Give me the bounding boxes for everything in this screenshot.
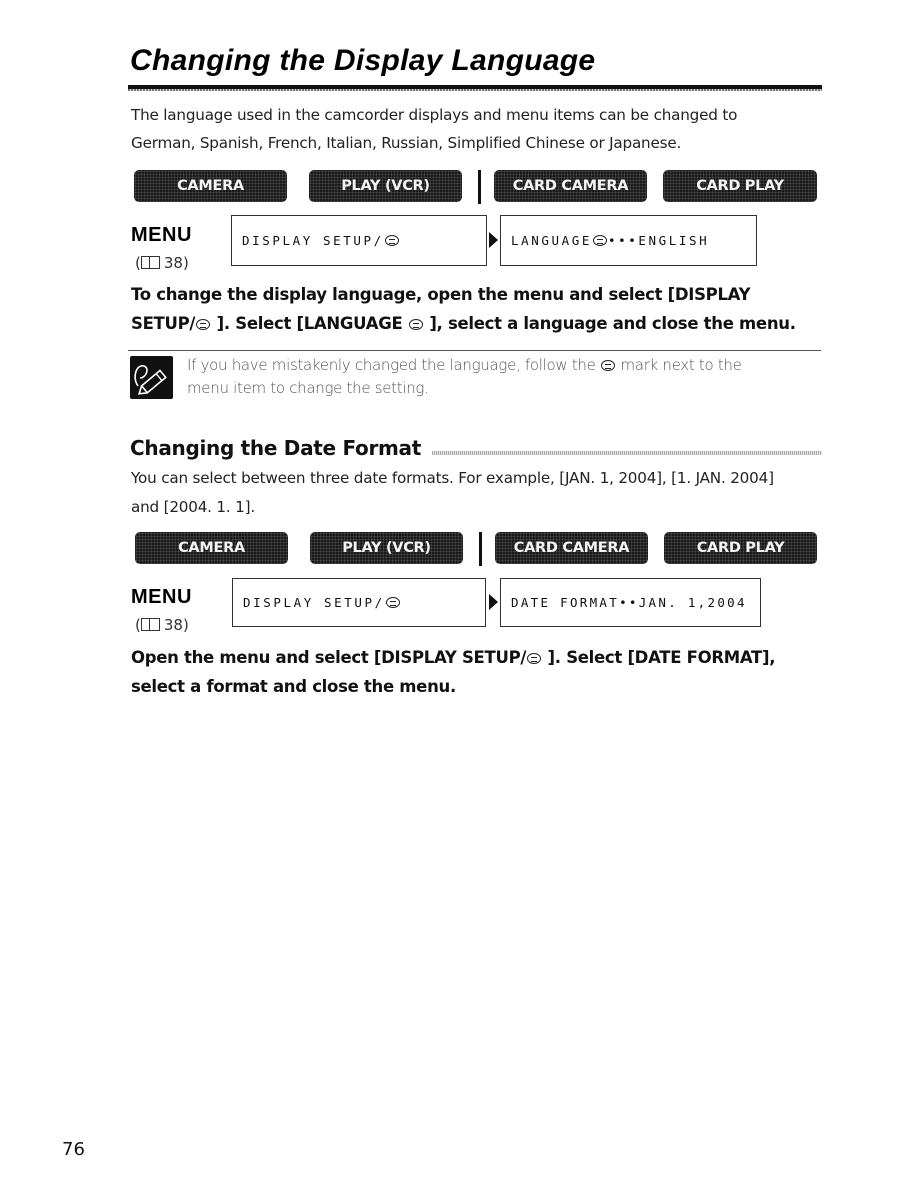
menu-page-reference: (38): [135, 616, 189, 634]
date-body-line-1: You can select between three date format…: [131, 469, 774, 487]
mode-bar-date: CAMERA PLAY (VCR) CARD CAMERA CARD PLAY: [135, 532, 819, 566]
mode-separator: [478, 170, 481, 204]
lcd-language: LANGUAGE •••ENGLISH: [500, 215, 757, 266]
mode-card-camera: CARD CAMERA: [495, 532, 648, 564]
date-instruction-line-2: select a format and close the menu.: [131, 677, 456, 696]
lcd-date-format-text: DATE FORMAT••JAN. 1,2004: [511, 595, 747, 610]
mode-camera: CAMERA: [134, 170, 287, 202]
note-text-part: If you have mistakenly changed the langu…: [187, 356, 601, 374]
note-text: If you have mistakenly changed the langu…: [187, 354, 742, 400]
lcd-language-value: •••ENGLISH: [608, 233, 710, 248]
note-text-part: mark next to the: [616, 356, 742, 374]
page-ref-number: 38): [163, 616, 189, 634]
instruction-text: SETUP/: [131, 314, 196, 333]
instruction-text: ], select a language and close the menu.: [423, 314, 796, 333]
mode-card-camera: CARD CAMERA: [494, 170, 647, 202]
page-ref-number: 38): [163, 254, 189, 272]
arrow-right-icon: [489, 232, 498, 248]
lcd-display-setup: DISPLAY SETUP/: [232, 578, 486, 627]
heading-rule: [432, 451, 822, 455]
mode-play-vcr: PLAY (VCR): [309, 170, 462, 202]
speech-bubble-icon: [384, 235, 399, 246]
intro-line-1: The language used in the camcorder displ…: [131, 106, 738, 124]
page-title: Changing the Display Language: [130, 44, 596, 77]
menu-label: MENU: [131, 586, 192, 608]
intro-line-2: German, Spanish, French, Italian, Russia…: [131, 134, 682, 152]
menu-page-reference: (38): [135, 254, 189, 272]
title-rule-shadow: [128, 89, 822, 91]
note-divider: [128, 350, 821, 351]
instruction-text: Open the menu and select [DISPLAY SETUP/: [131, 648, 527, 667]
speech-bubble-icon: [196, 319, 211, 330]
mode-card-play: CARD PLAY: [664, 532, 817, 564]
date-instruction-line-1: Open the menu and select [DISPLAY SETUP/…: [131, 644, 776, 672]
instruction-line-1: To change the display language, open the…: [131, 285, 751, 304]
lcd-date-format: DATE FORMAT••JAN. 1,2004: [500, 578, 761, 627]
mode-card-play: CARD PLAY: [663, 170, 817, 202]
mode-separator: [479, 532, 482, 566]
instruction-line-2: SETUP/ ]. Select [LANGUAGE ], select a l…: [131, 310, 796, 338]
speech-bubble-icon: [408, 319, 423, 330]
book-icon: [140, 256, 160, 269]
note-line-1: If you have mistakenly changed the langu…: [187, 354, 742, 377]
instruction-text: ]. Select [DATE FORMAT],: [542, 648, 776, 667]
lcd-display-setup: DISPLAY SETUP/: [231, 215, 487, 266]
speech-bubble-icon: [385, 597, 400, 608]
lcd-display-setup-text: DISPLAY SETUP/: [242, 233, 384, 248]
page-number: 76: [62, 1139, 85, 1160]
mode-camera: CAMERA: [135, 532, 288, 564]
date-body-line-2: and [2004. 1. 1].: [131, 498, 255, 516]
mode-bar-language: CAMERA PLAY (VCR) CARD CAMERA CARD PLAY: [134, 170, 818, 204]
lcd-display-setup-text: DISPLAY SETUP/: [243, 595, 385, 610]
date-format-heading: Changing the Date Format: [130, 436, 422, 460]
menu-label: MENU: [131, 224, 192, 246]
arrow-right-icon: [489, 594, 498, 610]
speech-bubble-icon: [601, 360, 616, 371]
lcd-language-label: LANGUAGE: [511, 233, 593, 248]
speech-bubble-icon: [593, 235, 608, 246]
note-pencil-icon: [130, 356, 173, 399]
mode-play-vcr: PLAY (VCR): [310, 532, 463, 564]
instruction-text: ]. Select [LANGUAGE: [211, 314, 408, 333]
speech-bubble-icon: [527, 653, 542, 664]
book-icon: [140, 618, 160, 631]
note-line-2: menu item to change the setting.: [187, 379, 429, 397]
